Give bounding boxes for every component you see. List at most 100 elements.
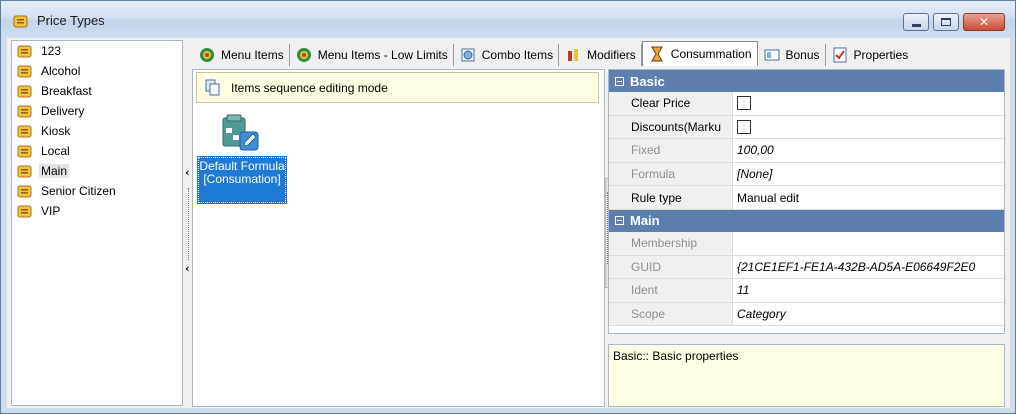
modifiers-icon — [568, 49, 579, 61]
price-type-item[interactable]: Local — [12, 141, 182, 161]
price-type-item[interactable]: Delivery — [12, 101, 182, 121]
property-description: Basic:: Basic properties — [608, 344, 1005, 407]
price-type-item[interactable]: Senior Citizen — [12, 181, 182, 201]
minimize-icon — [911, 23, 921, 27]
price-type-label: Main — [39, 164, 70, 178]
property-name: Membership — [609, 231, 733, 255]
property-name: Rule type — [609, 186, 733, 209]
property-value[interactable] — [733, 116, 1004, 139]
property-value-text: 11 — [737, 283, 750, 298]
price-type-icon — [17, 85, 32, 97]
price-type-icon — [17, 205, 32, 217]
tab-combo-items[interactable]: Combo Items — [454, 44, 560, 66]
property-name-text: Formula — [631, 167, 676, 182]
tab-modifiers[interactable]: Modifiers — [559, 44, 642, 66]
category-label: Main — [630, 213, 660, 229]
property-row[interactable]: Formula [None] — [609, 162, 1004, 187]
property-value: [None] — [733, 163, 1004, 186]
left-collapse-strip[interactable]: ‹ ‹ — [185, 167, 192, 318]
close-icon: ✕ — [978, 15, 990, 29]
sequence-mode-icon — [205, 79, 220, 95]
tab-menu-items[interactable]: Menu Items — [193, 44, 290, 66]
property-row[interactable]: Discounts(Marku — [609, 115, 1004, 140]
property-name: Scope — [609, 302, 733, 326]
tab-label: Properties — [853, 48, 909, 62]
property-row[interactable]: GUID {21CE1EF1-FE1A-432B-AD5A-E06649F2E0 — [609, 255, 1004, 280]
tab-menu-items-low-limits[interactable]: Menu Items - Low Limits — [290, 44, 454, 66]
title-bar[interactable]: Price Types ✕ — [1, 1, 1015, 37]
tab-label: Menu Items - Low Limits — [317, 48, 448, 62]
minimize-button[interactable] — [903, 13, 929, 31]
property-name: Fixed — [609, 139, 733, 162]
property-value: Category — [733, 303, 1004, 326]
property-checkbox[interactable] — [737, 96, 751, 111]
window-controls: ✕ — [903, 13, 1005, 31]
price-type-icon — [17, 45, 32, 57]
property-value-text: {21CE1EF1-FE1A-432B-AD5A-E06649F2E0 — [737, 259, 976, 274]
price-type-item[interactable]: VIP — [12, 201, 182, 221]
combo-items-icon — [461, 48, 475, 62]
price-type-icon — [17, 125, 32, 137]
tab-bar: Menu Items Menu Items - Low Limits Combo I… — [193, 41, 1009, 66]
price-type-icon — [17, 105, 32, 117]
property-row[interactable]: Scope Category — [609, 302, 1004, 327]
property-name: Ident — [609, 279, 733, 302]
property-row[interactable]: Ident 11 — [609, 279, 1004, 303]
price-type-label: Senior Citizen — [41, 184, 116, 198]
price-type-item[interactable]: Main — [12, 161, 182, 181]
category-label: Basic — [630, 73, 665, 89]
tab-label: Bonus — [785, 48, 820, 62]
menu-items-icon — [200, 48, 214, 62]
property-row[interactable]: Rule type Manual edit — [609, 186, 1004, 210]
property-name-text: GUID — [631, 259, 661, 274]
window-title: Price Types — [37, 13, 105, 28]
tab-bonus[interactable]: Bonus — [758, 44, 826, 66]
price-type-label: Breakfast — [41, 84, 92, 98]
default-formula-item[interactable]: Default Formula [Consumation] — [197, 156, 287, 204]
close-button[interactable]: ✕ — [963, 13, 1005, 31]
property-name-text: Scope — [631, 307, 666, 322]
maximize-button[interactable] — [933, 13, 959, 31]
property-row[interactable]: Fixed 100,00 — [609, 139, 1004, 163]
collapse-box-icon[interactable] — [615, 76, 624, 86]
tab-properties[interactable]: Properties — [826, 44, 914, 66]
property-value-text: [None] — [737, 167, 773, 182]
property-checkbox[interactable] — [737, 119, 751, 134]
price-type-icon — [17, 145, 32, 157]
properties-icon — [833, 47, 847, 63]
property-name-text: Ident — [631, 283, 658, 298]
property-value: {21CE1EF1-FE1A-432B-AD5A-E06649F2E0 — [733, 256, 1004, 279]
property-name-text: Clear Price — [631, 96, 691, 111]
category-basic[interactable]: Basic — [609, 70, 1004, 92]
items-editor-panel[interactable]: Items sequence editing mode Default Form… — [192, 69, 605, 407]
low-limits-icon — [296, 48, 311, 62]
splitter-grip[interactable] — [188, 188, 189, 260]
property-name: Clear Price — [609, 92, 733, 115]
mode-bar: Items sequence editing mode — [196, 72, 599, 103]
price-type-label: Local — [41, 144, 70, 158]
maximize-icon — [941, 18, 951, 26]
price-type-label: 123 — [41, 44, 62, 58]
property-grid[interactable]: Basic Clear Price Discounts(Marku Fixed 100,… — [608, 69, 1005, 334]
property-value[interactable] — [733, 92, 1004, 115]
property-value[interactable]: Manual edit — [733, 186, 1004, 209]
price-type-item[interactable]: Alcohol — [12, 61, 182, 81]
property-row[interactable]: Clear Price — [609, 92, 1004, 116]
collapse-left-icon-lower[interactable]: ‹ — [185, 263, 190, 274]
price-type-item[interactable]: 123 — [12, 41, 182, 61]
property-value-text: Manual edit — [737, 190, 800, 205]
property-value: 11 — [733, 279, 1004, 302]
price-type-label: Delivery — [41, 104, 85, 118]
collapse-left-icon[interactable]: ‹ — [185, 167, 190, 178]
formula-icon[interactable] — [221, 114, 261, 154]
collapse-box-icon[interactable] — [615, 216, 624, 226]
property-name-text: Fixed — [631, 143, 661, 158]
category-main[interactable]: Main — [609, 209, 1004, 232]
price-type-item[interactable]: Breakfast — [12, 81, 182, 101]
price-types-list[interactable]: 123 Alcohol Breakfast Delivery Kiosk Local Mai… — [11, 40, 183, 406]
property-row[interactable]: Membership — [609, 231, 1004, 256]
price-type-item[interactable]: Kiosk — [12, 121, 182, 141]
tab-consummation[interactable]: Consummation — [641, 41, 758, 66]
price-type-icon — [17, 185, 32, 197]
bonus-icon — [764, 49, 779, 61]
